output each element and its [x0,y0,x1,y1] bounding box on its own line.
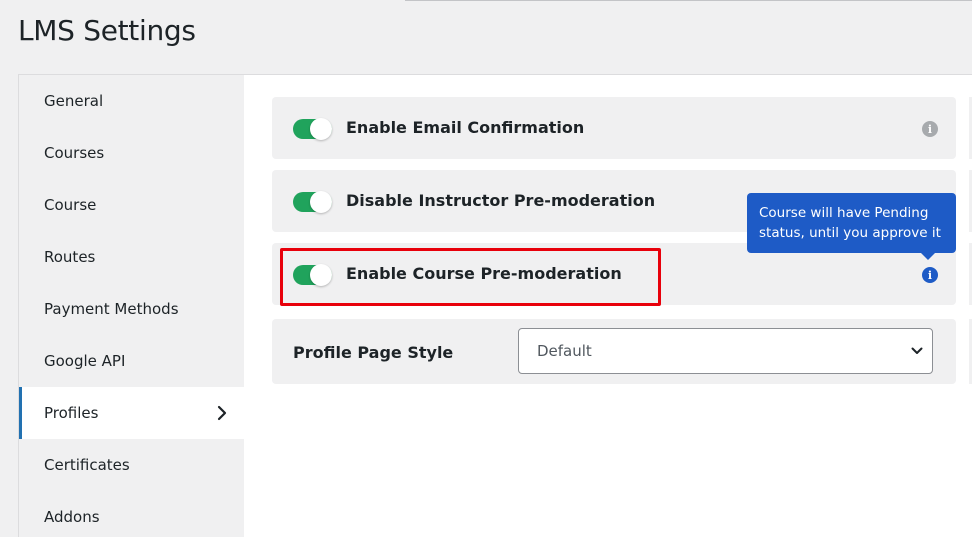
sidebar-item-payment-methods[interactable]: Payment Methods [19,283,244,335]
sidebar-item-label: Profiles [44,404,99,422]
chevron-right-icon [217,405,227,421]
sidebar-item-label: General [44,92,104,110]
top-divider [405,0,972,1]
page-title: LMS Settings [18,14,196,47]
sidebar-item-label: Google API [44,352,126,370]
setting-label: Enable Course Pre-moderation [346,264,622,283]
setting-row-email-confirmation: Enable Email Confirmation i [272,97,956,159]
sidebar-item-routes[interactable]: Routes [19,231,244,283]
settings-sidebar: General Courses Course Routes Payment Me… [19,75,244,537]
sidebar-item-label: Course [44,196,97,214]
sidebar-item-profiles[interactable]: Profiles [19,387,244,439]
profile-page-style-select[interactable]: Default [518,328,933,374]
course-premoderation-tooltip: Course will have Pending status, until y… [747,193,956,260]
sidebar-item-course[interactable]: Course [19,179,244,231]
toggle-knob [310,191,332,213]
setting-label: Disable Instructor Pre-moderation [346,191,656,210]
select-value: Default [537,342,592,360]
sidebar-item-label: Addons [44,508,100,526]
email-confirmation-toggle[interactable] [293,118,332,140]
sidebar-item-courses[interactable]: Courses [19,127,244,179]
info-icon[interactable]: i [922,267,938,283]
sidebar-item-label: Courses [44,144,105,162]
course-premoderation-toggle[interactable] [293,264,332,286]
setting-label: Enable Email Confirmation [346,118,585,137]
toggle-knob [310,118,332,140]
info-icon[interactable]: i [922,121,938,137]
setting-label: Profile Page Style [293,343,454,362]
sidebar-item-label: Certificates [44,456,130,474]
sidebar-item-addons[interactable]: Addons [19,491,244,537]
sidebar-item-label: Routes [44,248,96,266]
sidebar-item-label: Payment Methods [44,300,179,318]
toggle-knob [310,264,332,286]
sidebar-item-certificates[interactable]: Certificates [19,439,244,491]
setting-row-profile-page-style: Profile Page Style Default [272,319,956,384]
sidebar-item-general[interactable]: General [19,75,244,127]
instructor-premoderation-toggle[interactable] [293,191,332,213]
chevron-down-icon [911,347,923,354]
sidebar-item-google-api[interactable]: Google API [19,335,244,387]
